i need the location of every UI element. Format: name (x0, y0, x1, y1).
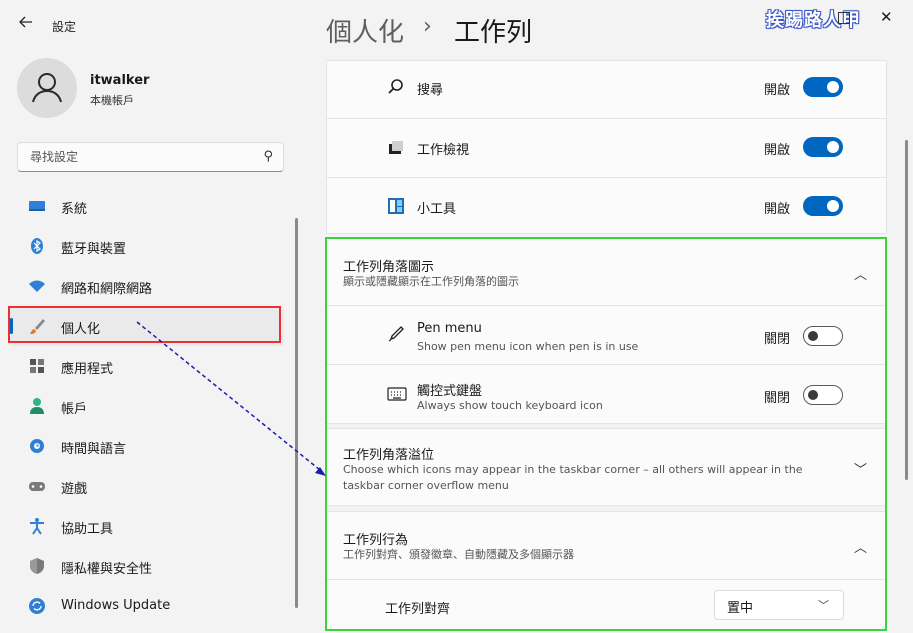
annotation-arrow (136, 321, 326, 476)
